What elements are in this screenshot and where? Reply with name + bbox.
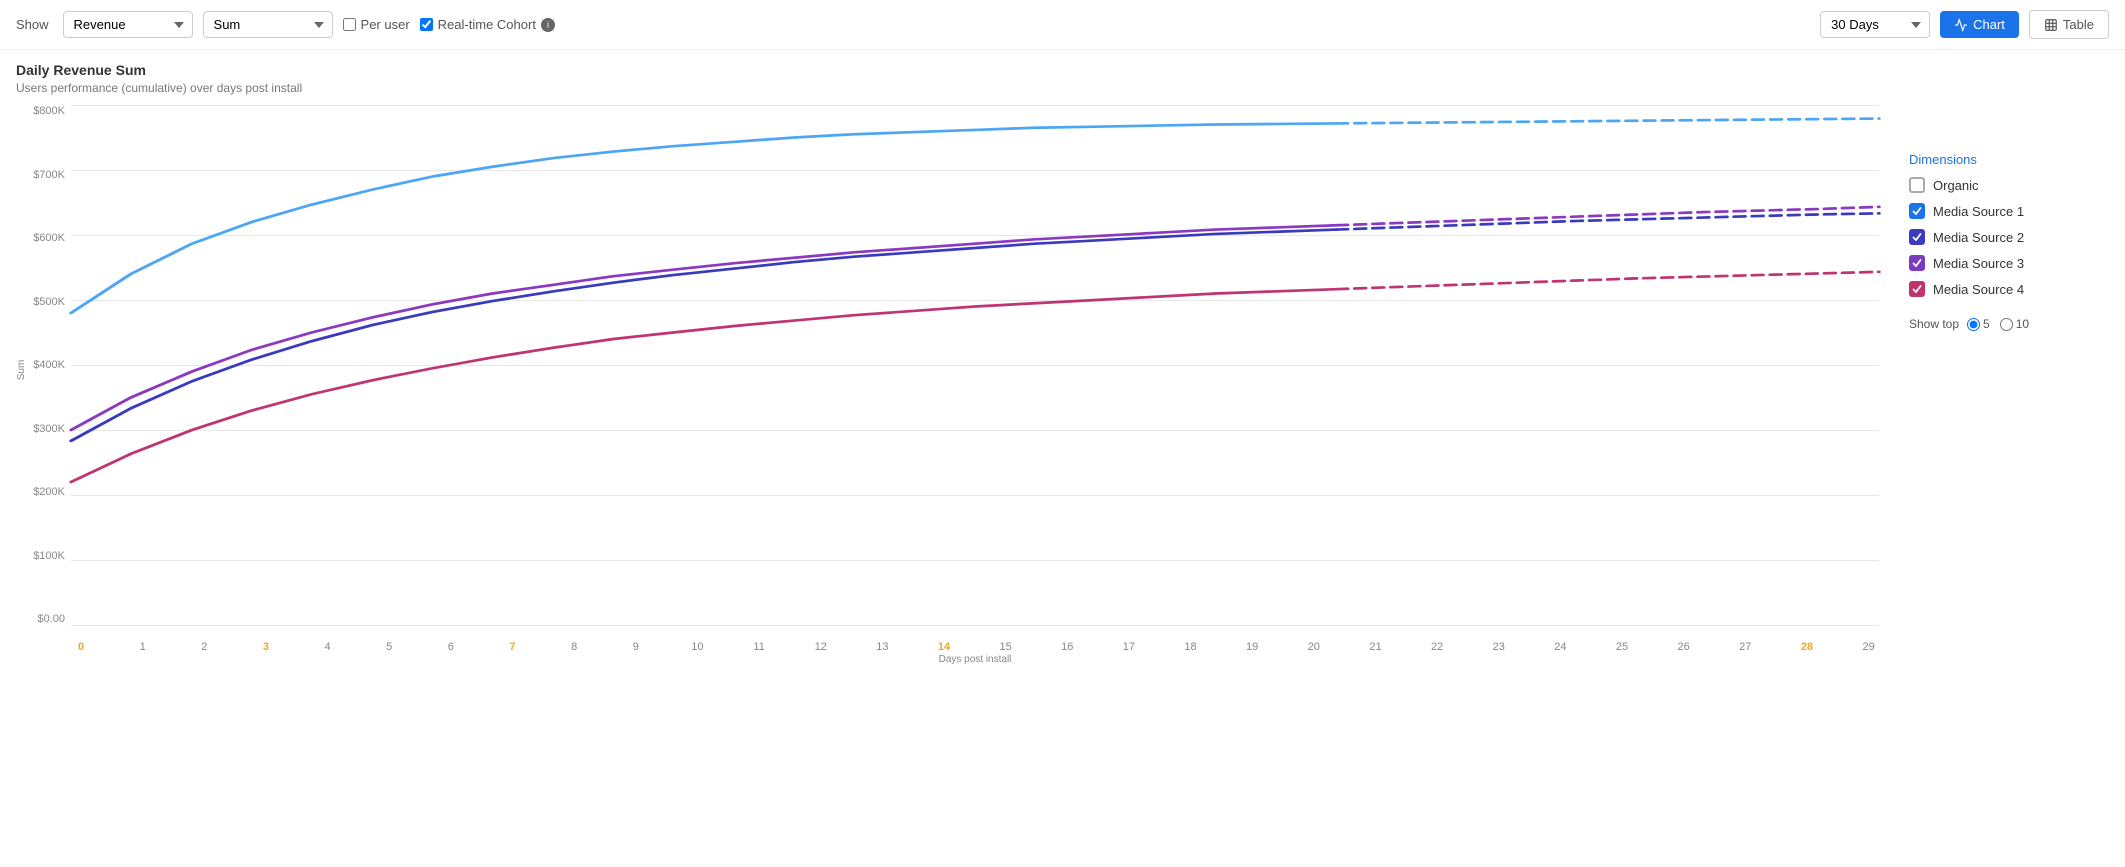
x-axis-ticks: 0 1 2 3 4 5 6 7 8 9 10 11 12 13 14 15 16…	[71, 641, 1879, 653]
media-source-1-label: Media Source 1	[1933, 204, 2024, 219]
per-user-checkbox[interactable]	[343, 18, 356, 31]
media-source-4-label: Media Source 4	[1933, 282, 2024, 297]
dimension-item-organic[interactable]: Organic	[1909, 177, 2109, 193]
days-select[interactable]: 7 Days 14 Days 30 Days 60 Days 90 Days	[1820, 11, 1930, 38]
chart-title: Daily Revenue Sum	[16, 62, 1889, 78]
realtime-cohort-label: Real-time Cohort	[438, 17, 536, 32]
chart-inner	[71, 105, 1879, 625]
media-source-2-checkbox[interactable]	[1909, 229, 1925, 245]
chart-svg	[71, 105, 1879, 625]
media-source-1-checkbox[interactable]	[1909, 203, 1925, 219]
x-tick-9: 9	[626, 641, 646, 653]
radio-10-label[interactable]: 10	[2000, 317, 2029, 331]
organic-checkbox[interactable]	[1909, 177, 1925, 193]
x-tick-4: 4	[318, 641, 338, 653]
metric-select[interactable]: Revenue Sessions Installs	[63, 11, 193, 38]
table-button[interactable]: Table	[2029, 10, 2109, 39]
x-tick-2: 2	[194, 641, 214, 653]
x-tick-23: 23	[1489, 641, 1509, 653]
x-tick-0: 0	[71, 641, 91, 653]
y-tick-800k: $800K	[33, 105, 65, 117]
x-tick-14: 14	[934, 641, 954, 653]
organic-label: Organic	[1933, 178, 1979, 193]
x-tick-28: 28	[1797, 641, 1817, 653]
y-tick-200k: $200K	[33, 486, 65, 498]
chart-button[interactable]: Chart	[1940, 11, 2019, 38]
y-tick-700k: $700K	[33, 169, 65, 181]
x-tick-7: 7	[502, 641, 522, 653]
chart-area: Daily Revenue Sum Users performance (cum…	[16, 62, 1889, 665]
radio-5-label[interactable]: 5	[1967, 317, 1990, 331]
radio-10[interactable]	[2000, 318, 2013, 331]
y-tick-100k: $100K	[33, 550, 65, 562]
dimension-item-media-source-4[interactable]: Media Source 4	[1909, 281, 2109, 297]
y-tick-500k: $500K	[33, 296, 65, 308]
media-source-4-checkbox[interactable]	[1909, 281, 1925, 297]
x-tick-27: 27	[1735, 641, 1755, 653]
y-tick-600k: $600K	[33, 232, 65, 244]
per-user-checkbox-label[interactable]: Per user	[343, 17, 410, 32]
y-tick-400k: $400K	[33, 359, 65, 371]
dimensions-title: Dimensions	[1909, 152, 2109, 167]
x-tick-11: 11	[749, 641, 769, 653]
line-media-source-1-dashed	[1337, 119, 1879, 124]
media-source-3-label: Media Source 3	[1933, 256, 2024, 271]
show-top-row: Show top 5 10	[1909, 317, 2109, 331]
line-media-source-1-solid	[71, 123, 1337, 313]
realtime-cohort-checkbox[interactable]	[420, 18, 433, 31]
x-tick-12: 12	[811, 641, 831, 653]
x-tick-10: 10	[687, 641, 707, 653]
x-tick-13: 13	[872, 641, 892, 653]
x-tick-22: 22	[1427, 641, 1447, 653]
dimension-item-media-source-2[interactable]: Media Source 2	[1909, 229, 2109, 245]
radio-5-text: 5	[1983, 317, 1990, 331]
line-media-source-4-solid	[71, 289, 1337, 482]
x-tick-16: 16	[1057, 641, 1077, 653]
table-button-icon	[2044, 18, 2058, 32]
x-tick-29: 29	[1859, 641, 1879, 653]
media-source-2-label: Media Source 2	[1933, 230, 2024, 245]
x-tick-20: 20	[1304, 641, 1324, 653]
right-panel: Dimensions Organic Media Source 1 Media …	[1889, 62, 2109, 665]
media-source-3-checkbox[interactable]	[1909, 255, 1925, 271]
show-top-label: Show top	[1909, 317, 1959, 331]
x-tick-6: 6	[441, 641, 461, 653]
per-user-label: Per user	[361, 17, 410, 32]
main-content: Daily Revenue Sum Users performance (cum…	[0, 50, 2125, 665]
x-tick-25: 25	[1612, 641, 1632, 653]
top-bar: Show Revenue Sessions Installs Sum Avera…	[0, 0, 2125, 50]
x-tick-3: 3	[256, 641, 276, 653]
grid-line-bottom	[71, 625, 1879, 626]
x-tick-18: 18	[1181, 641, 1201, 653]
y-tick-0: $0.00	[37, 613, 65, 625]
line-media-source-4-dashed	[1337, 272, 1879, 289]
realtime-cohort-checkbox-label[interactable]: Real-time Cohort i	[420, 17, 555, 32]
x-tick-24: 24	[1550, 641, 1570, 653]
info-icon[interactable]: i	[541, 18, 555, 32]
radio-10-text: 10	[2016, 317, 2029, 331]
dimension-item-media-source-1[interactable]: Media Source 1	[1909, 203, 2109, 219]
chart-button-icon	[1954, 18, 1968, 32]
x-tick-21: 21	[1365, 641, 1385, 653]
chart-subtitle: Users performance (cumulative) over days…	[16, 81, 1889, 95]
x-tick-19: 19	[1242, 641, 1262, 653]
x-tick-5: 5	[379, 641, 399, 653]
y-ticks: $800K $700K $600K $500K $400K $300K $200…	[16, 105, 71, 625]
chart-container: Sum $800K $700K $600K $500K $400K $300K …	[16, 105, 1889, 665]
radio-group: 5 10	[1967, 317, 2029, 331]
x-tick-8: 8	[564, 641, 584, 653]
x-axis-title: Days post install	[71, 654, 1879, 665]
x-tick-26: 26	[1674, 641, 1694, 653]
x-tick-15: 15	[996, 641, 1016, 653]
show-label: Show	[16, 17, 49, 32]
x-tick-17: 17	[1119, 641, 1139, 653]
aggregation-select[interactable]: Sum Average Count	[203, 11, 333, 38]
radio-5[interactable]	[1967, 318, 1980, 331]
dimension-item-media-source-3[interactable]: Media Source 3	[1909, 255, 2109, 271]
line-media-source-3-solid	[71, 225, 1337, 430]
y-tick-300k: $300K	[33, 423, 65, 435]
x-tick-1: 1	[133, 641, 153, 653]
